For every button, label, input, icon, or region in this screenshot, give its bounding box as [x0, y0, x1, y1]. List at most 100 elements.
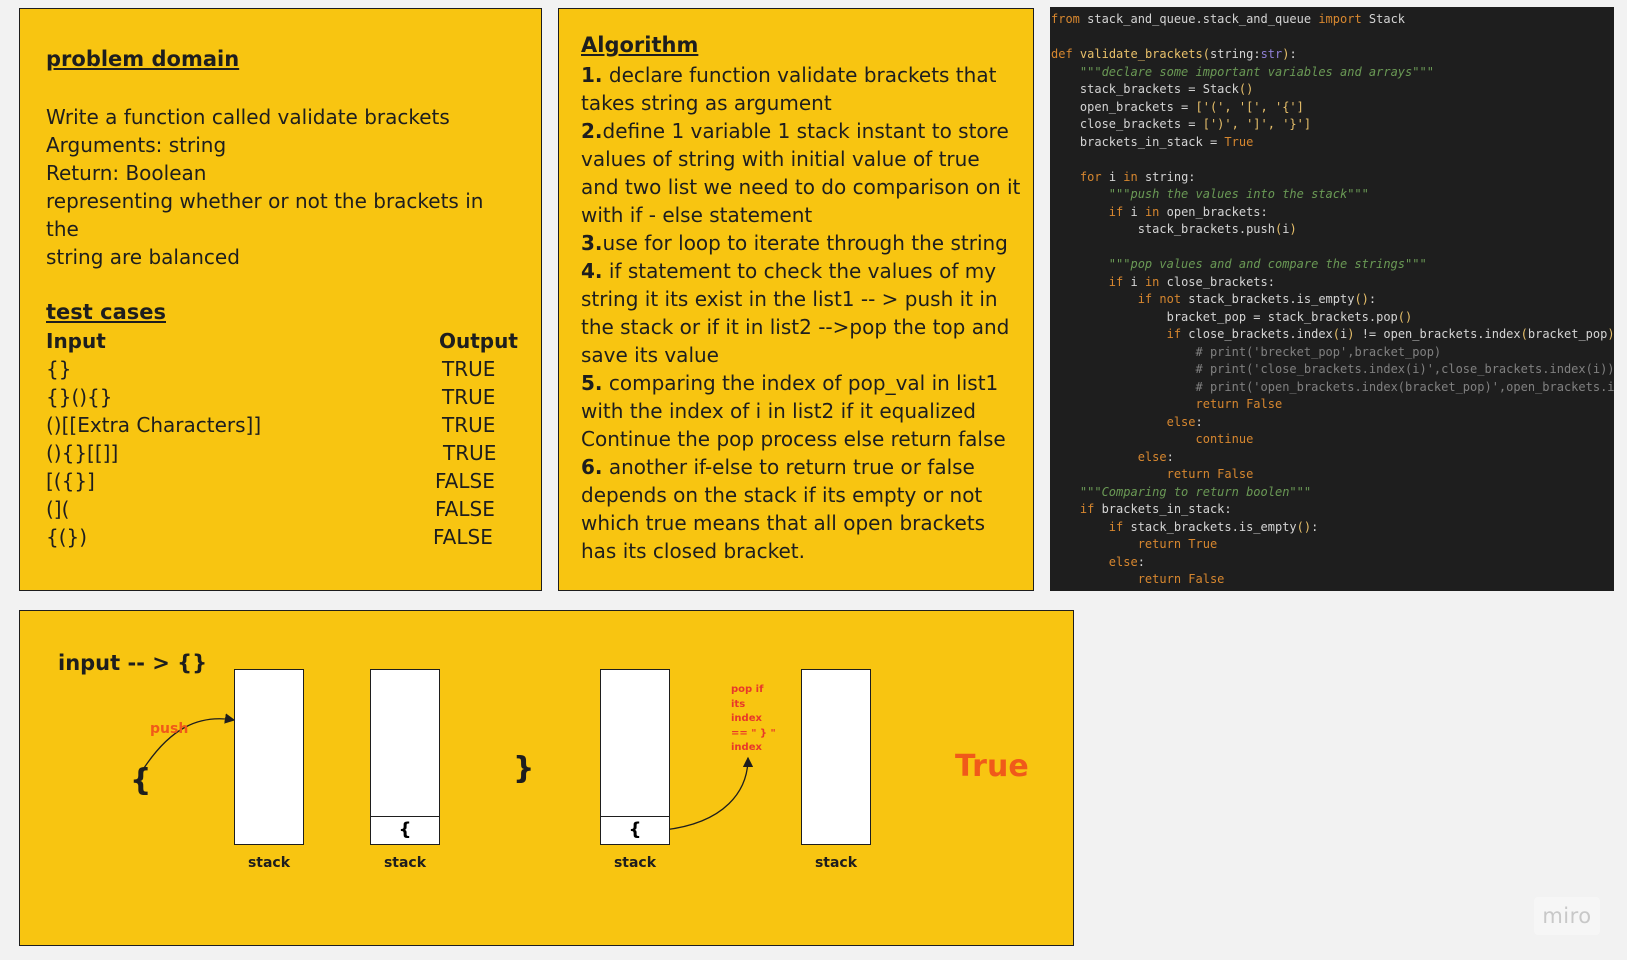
- test-case-output: FALSE: [435, 469, 495, 493]
- test-case-output: TRUE: [442, 413, 496, 437]
- step-number: 3.: [581, 231, 603, 255]
- step-text: use for loop to iterate through the stri…: [602, 231, 1008, 255]
- stack-diagram-card[interactable]: input -- > {} { push } stack { stack { s…: [19, 610, 1074, 946]
- code-line: return True: [1051, 536, 1614, 554]
- code-token: stack_brackets.is_empty: [1181, 292, 1355, 306]
- code-line: stack_brackets = Stack(): [1051, 81, 1614, 99]
- code-token: brackets_in_stack =: [1051, 134, 1225, 149]
- pop-condition-label: pop if its index == " } " index: [731, 683, 791, 756]
- code-token: ): [1289, 222, 1297, 236]
- step-number: 6.: [581, 455, 603, 479]
- code-token: i: [1101, 169, 1124, 184]
- miro-logo[interactable]: miro: [1534, 897, 1600, 935]
- code-token: close_brackets:: [1159, 274, 1275, 289]
- code-line: continue: [1051, 431, 1614, 449]
- problem-line: Arguments: string: [46, 133, 227, 157]
- code-token: close_brackets.index: [1181, 327, 1333, 341]
- code-line: else:: [1051, 414, 1614, 432]
- code-snippet-image[interactable]: from stack_and_queue.stack_and_queue imp…: [1050, 7, 1614, 591]
- code-token: ): [1607, 327, 1614, 341]
- test-case-row: {(}) FALSE: [46, 523, 516, 551]
- push-label: push: [150, 721, 189, 737]
- algorithm-steps: 1. declare function validate brackets th…: [581, 61, 1021, 565]
- step-text: declare function validate brackets that …: [581, 63, 997, 115]
- input-header: Input: [46, 329, 106, 353]
- test-case-input: {}: [46, 357, 72, 381]
- code-line: else:: [1051, 449, 1614, 467]
- test-case-input: [({}]: [46, 469, 95, 493]
- open-bracket-symbol: {: [130, 763, 152, 798]
- code-token: if not: [1137, 292, 1182, 306]
- code-line: """pop values and and compare the string…: [1051, 256, 1614, 274]
- code-token: :: [1195, 414, 1203, 429]
- code-token: open_brackets =: [1051, 99, 1196, 114]
- test-case-input: (](: [46, 497, 70, 521]
- code-line: if i in open_brackets:: [1051, 204, 1614, 222]
- code-token: if: [1108, 519, 1124, 534]
- code-line: for i in string:: [1051, 169, 1614, 187]
- test-case-row: [({}] FALSE: [46, 467, 516, 495]
- problem-domain-title: problem domain: [46, 47, 240, 71]
- algorithm-card[interactable]: Algorithm 1. declare function validate b…: [558, 8, 1034, 591]
- code-token: # print('open_brackets.index(bracket_pop…: [1195, 379, 1615, 394]
- pop-label-line: its: [731, 698, 746, 710]
- code-line: if brackets_in_stack:: [1051, 501, 1614, 519]
- code-line: return False: [1051, 396, 1614, 414]
- pop-label-line: index: [731, 742, 762, 753]
- code-token: ['(', '[', '{']: [1195, 99, 1304, 114]
- stack-label: stack: [247, 855, 291, 871]
- code-token: if: [1108, 204, 1124, 219]
- test-case-output: TRUE: [443, 441, 497, 465]
- code-token: != open_brackets.index: [1354, 327, 1521, 341]
- code-line: return False: [1051, 571, 1614, 589]
- stack-item: {: [371, 816, 439, 844]
- code-line: if i in close_brackets:: [1051, 274, 1614, 292]
- code-line: from stack_and_queue.stack_and_queue imp…: [1051, 11, 1614, 29]
- stack-with-bracket-1: {: [370, 669, 440, 845]
- code-token: continue: [1195, 432, 1254, 446]
- code-token: in: [1144, 274, 1160, 289]
- code-token: (: [1202, 47, 1210, 61]
- code-token: close_brackets =: [1051, 117, 1203, 131]
- test-case-output: FALSE: [435, 497, 495, 521]
- code-token: stack_brackets.push: [1051, 222, 1275, 236]
- code-token: if: [1108, 274, 1124, 289]
- stack-empty-2: [801, 669, 871, 845]
- code-token: (): [1397, 309, 1413, 324]
- code-line: """push the values into the stack""": [1051, 186, 1614, 204]
- step-number: 1.: [581, 63, 603, 87]
- step-text: another if-else to return true or false …: [581, 455, 986, 563]
- stack-label: stack: [814, 855, 858, 871]
- problem-domain-card[interactable]: problem domain Write a function called v…: [19, 8, 542, 591]
- code-line: if stack_brackets.is_empty():: [1051, 519, 1614, 537]
- code-token: in: [1144, 204, 1160, 219]
- code-token: validate_brackets: [1079, 47, 1203, 61]
- pop-label-line: == " } ": [731, 727, 776, 739]
- code-token: bracket_pop: [1527, 327, 1608, 341]
- code-token: i: [1123, 204, 1145, 219]
- code-token: string:: [1209, 47, 1261, 61]
- algorithm-title: Algorithm: [581, 33, 699, 57]
- test-cases-table: Input Output {} TRUE {}(){} TRUE ()[[Ext…: [46, 327, 518, 551]
- stack-with-bracket-2: {: [600, 669, 670, 845]
- test-case-output: TRUE: [442, 357, 496, 381]
- code-line: # print('close_brackets.index(i)',close_…: [1051, 361, 1615, 379]
- code-token: else: [1137, 449, 1167, 464]
- code-token: brackets_in_stack:: [1094, 502, 1232, 516]
- code-token: # print('brecket_pop',bracket_pop): [1195, 344, 1442, 359]
- test-case-row: {}(){} TRUE: [46, 383, 516, 411]
- code-token: return True: [1137, 537, 1218, 551]
- algorithm-step: 5. comparing the index of pop_val in lis…: [581, 369, 1021, 453]
- code-token: """declare some important variables and …: [1079, 64, 1434, 79]
